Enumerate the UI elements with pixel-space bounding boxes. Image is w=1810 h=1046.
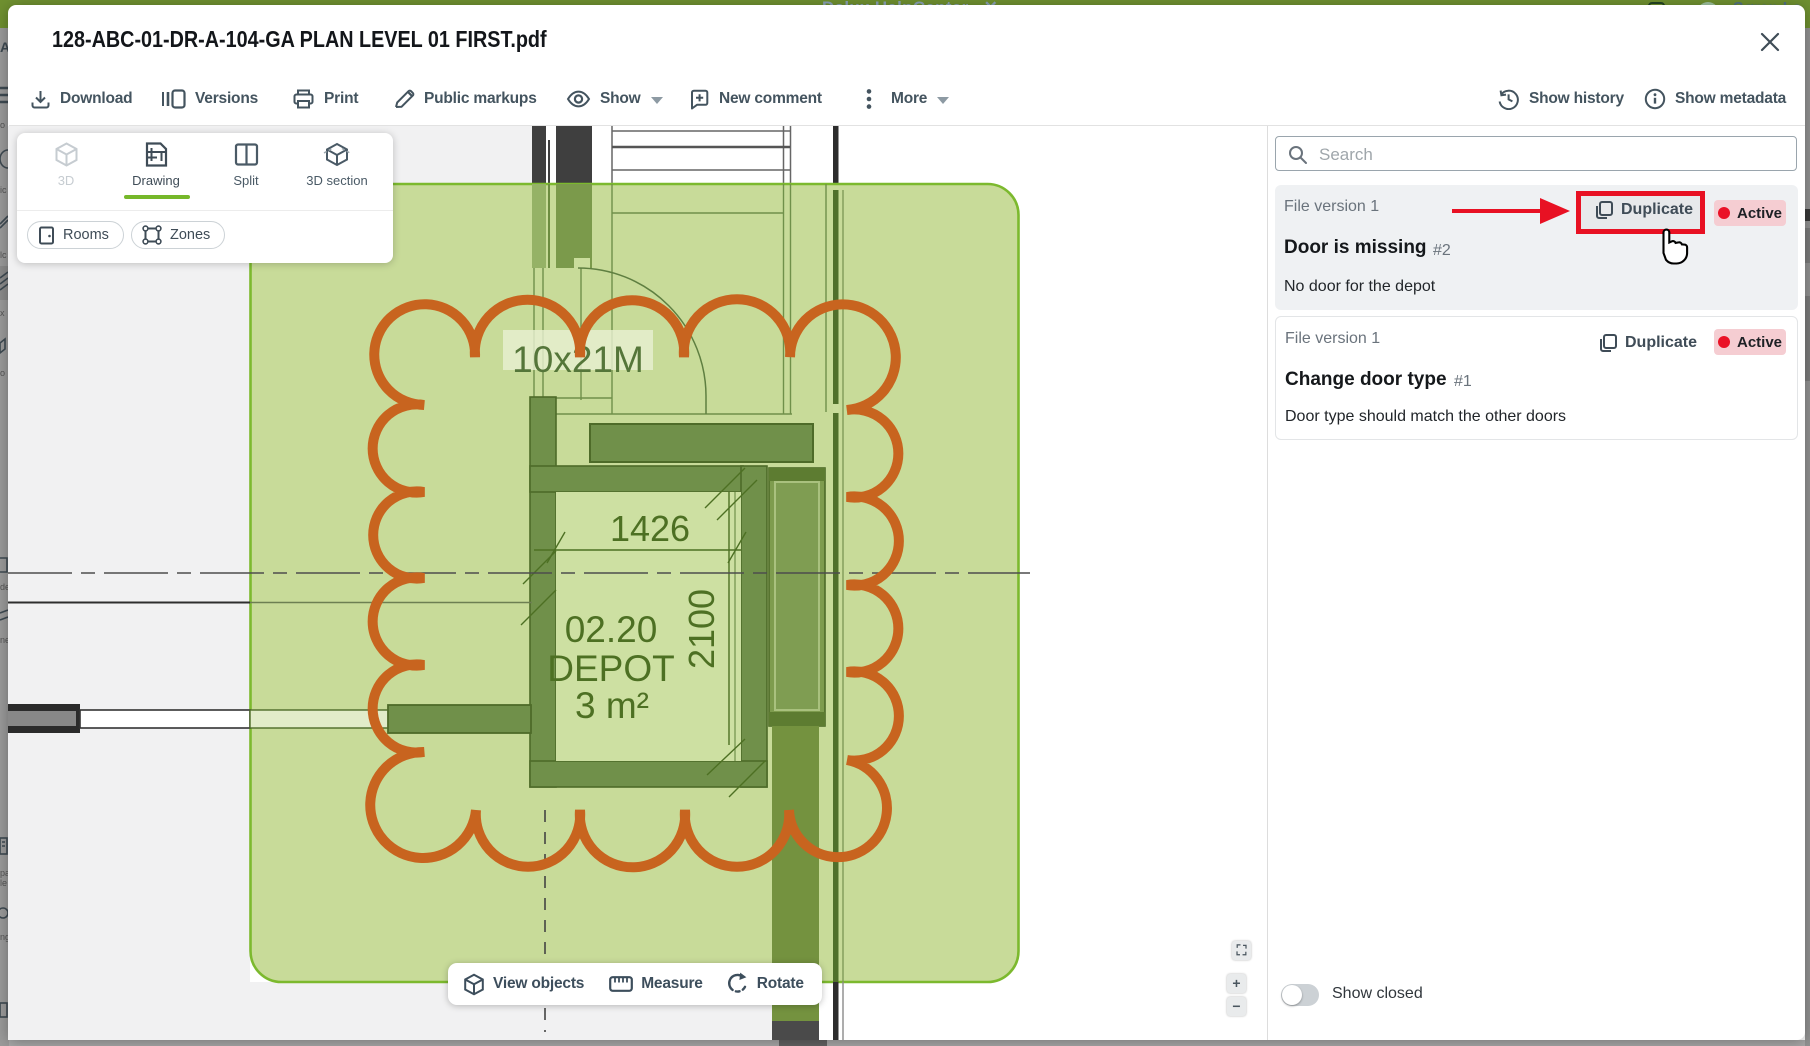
svg-text:DEPOT: DEPOT	[547, 648, 674, 689]
svg-text:o: o	[0, 120, 5, 130]
svg-text:x: x	[0, 308, 5, 318]
svg-text:lc: lc	[0, 250, 7, 260]
svg-text:le: le	[0, 878, 7, 888]
svg-text:1426: 1426	[610, 508, 690, 549]
svg-text:o: o	[0, 368, 5, 378]
svg-text:ic: ic	[0, 185, 7, 195]
svg-text:02.20: 02.20	[565, 609, 658, 650]
svg-text:3 m²: 3 m²	[575, 685, 649, 726]
svg-text:2100: 2100	[681, 589, 722, 669]
